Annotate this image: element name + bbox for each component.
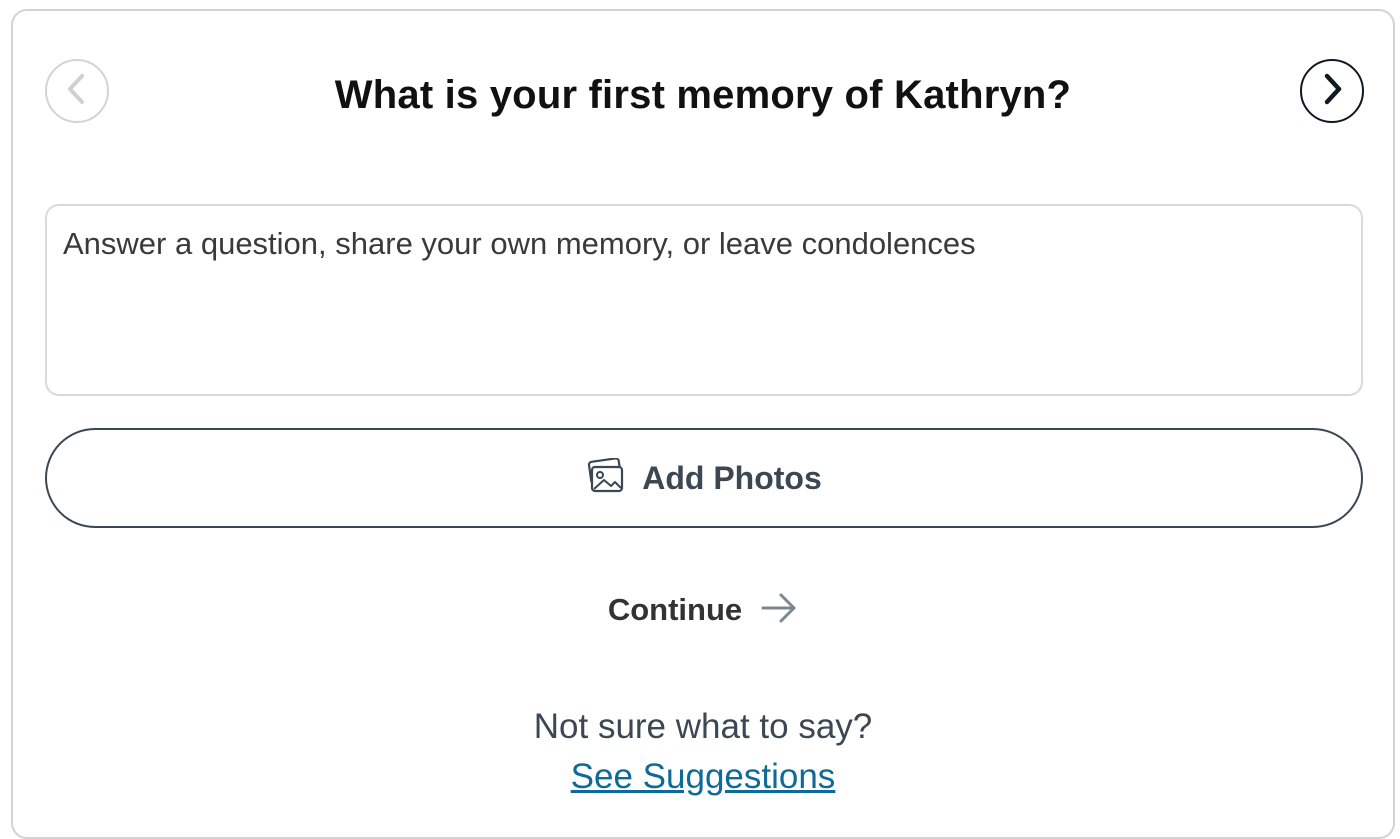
memory-card: What is your first memory of Kathryn? Ad… bbox=[11, 9, 1395, 839]
arrow-right-icon bbox=[760, 591, 798, 630]
continue-button[interactable]: Continue bbox=[13, 585, 1393, 635]
continue-label: Continue bbox=[607, 592, 743, 627]
suggestions-link-container: See Suggestions bbox=[13, 757, 1393, 797]
question-title: What is your first memory of Kathryn? bbox=[334, 72, 1072, 117]
chevron-left-icon bbox=[62, 71, 92, 112]
chevron-right-icon bbox=[1317, 71, 1347, 112]
next-question-button[interactable] bbox=[1300, 59, 1364, 123]
previous-question-button[interactable] bbox=[45, 59, 109, 123]
help-text: Not sure what to say? bbox=[533, 707, 873, 746]
memory-input-container bbox=[45, 204, 1363, 396]
add-photos-button[interactable]: Add Photos bbox=[45, 428, 1363, 528]
memory-input[interactable] bbox=[47, 206, 1361, 394]
photos-icon bbox=[586, 456, 626, 499]
add-photos-label: Add Photos bbox=[642, 459, 822, 496]
see-suggestions-link[interactable]: See Suggestions bbox=[571, 757, 836, 796]
